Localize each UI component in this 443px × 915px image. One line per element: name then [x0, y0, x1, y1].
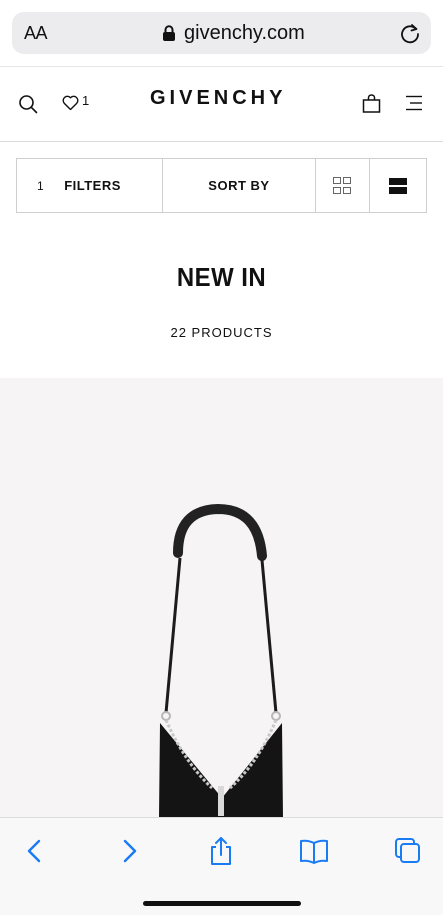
- grid-view-icon: [333, 176, 352, 194]
- filters-button[interactable]: 1 FILTERS: [17, 159, 164, 212]
- list-view-toggle[interactable]: [370, 159, 426, 212]
- list-view-icon: [389, 177, 408, 194]
- domain-text: givenchy.com: [184, 22, 305, 44]
- share-icon[interactable]: [206, 836, 236, 866]
- product-image[interactable]: [0, 378, 443, 818]
- menu-icon[interactable]: [405, 95, 423, 111]
- brand-logo[interactable]: GIVENCHY: [150, 87, 286, 110]
- browser-toolbar: [0, 817, 443, 915]
- product-card[interactable]: [0, 378, 443, 818]
- active-filter-count: 1: [37, 178, 45, 193]
- wishlist-button[interactable]: 1: [62, 93, 89, 111]
- wishlist-count: 1: [82, 93, 90, 108]
- sort-by-label: SORT BY: [208, 178, 270, 193]
- reload-icon[interactable]: [399, 22, 421, 44]
- shopping-bag-icon[interactable]: [362, 94, 381, 113]
- bookmarks-icon[interactable]: [299, 836, 329, 866]
- tabs-icon[interactable]: [393, 836, 423, 866]
- forward-arrow-icon[interactable]: [114, 836, 144, 866]
- url-display[interactable]: givenchy.com: [162, 22, 305, 45]
- product-count: 22 PRODUCTS: [170, 325, 273, 340]
- text-size-button[interactable]: AA: [24, 23, 48, 44]
- lock-icon: [163, 24, 175, 41]
- browser-top-bar: AA givenchy.com: [0, 0, 443, 66]
- home-indicator: [143, 901, 301, 906]
- url-bar[interactable]: AA givenchy.com: [12, 12, 431, 54]
- page-title: NEW IN: [176, 262, 267, 292]
- filters-label: FILTERS: [64, 178, 121, 193]
- grid-view-toggle[interactable]: [316, 159, 371, 212]
- sort-by-button[interactable]: SORT BY: [163, 159, 316, 212]
- back-arrow-icon[interactable]: [20, 836, 50, 866]
- heart-icon: [62, 95, 79, 111]
- search-icon[interactable]: [18, 94, 38, 114]
- site-header: 1 GIVENCHY: [0, 66, 443, 142]
- filters-bar: 1 FILTERS SORT BY: [16, 158, 427, 213]
